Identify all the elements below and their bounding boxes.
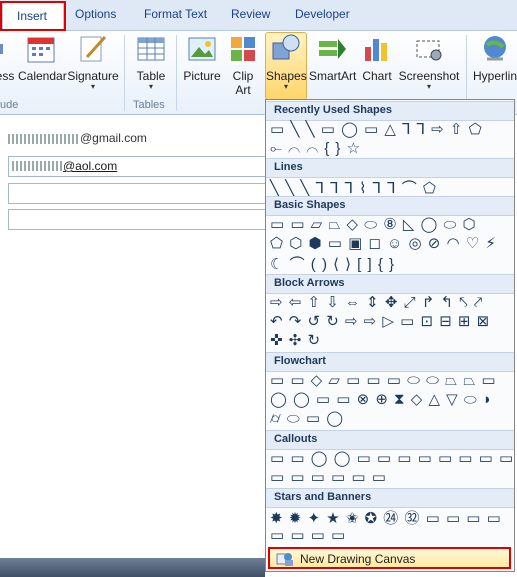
shape-row[interactable]: ☾ ⌒ ( ) ⟨ ⟩ [ ] { } [270, 253, 395, 273]
calendar-label: Calendar [18, 69, 67, 83]
calendar-icon [27, 37, 55, 63]
tab-format-text[interactable]: Format Text [144, 7, 207, 21]
tab-review[interactable]: Review [231, 7, 270, 21]
ess-label: ess [0, 69, 15, 83]
ribbon-tab-bar: Insert Options Format Text Review Develo… [0, 0, 517, 31]
hyperlink-button[interactable]: Hyperlin [470, 33, 517, 83]
signature-button[interactable]: Signature ▾ [67, 33, 119, 91]
smartart-label: SmartArt [309, 69, 357, 83]
chart-button[interactable]: Chart [359, 33, 395, 83]
picture-icon [188, 37, 216, 61]
screenshot-icon [416, 40, 442, 61]
section-label: Flowchart [274, 355, 326, 367]
ribbon-separator [176, 35, 177, 111]
section-label: Stars and Banners [274, 491, 372, 503]
chart-label: Chart [362, 69, 392, 83]
section-recently-used-shapes: Recently Used Shapes [266, 101, 514, 121]
art-label: Art [235, 83, 251, 97]
redacted-email-prefix [12, 161, 62, 171]
table-button[interactable]: Table ▾ [131, 33, 171, 91]
subject-field[interactable] [8, 209, 272, 230]
shapes-label: Shapes [266, 69, 307, 83]
shape-row[interactable]: ◯ ◯ ▭ ▭ ⊗ ⊕ ⧗ ◇ △ ▽ ⬭ ◗ [270, 390, 493, 408]
shape-row[interactable]: ▭ ▭ ◯ ◯ ▭ ▭ ▭ ▭ ▭ ▭ ▭ ▭ [270, 449, 514, 467]
cc-field[interactable] [8, 183, 272, 204]
table-label: Table [136, 69, 166, 83]
tab-options[interactable]: Options [75, 7, 116, 21]
smartart-button[interactable]: SmartArt [309, 33, 357, 83]
new-drawing-canvas-menu-item[interactable]: New Drawing Canvas [268, 547, 511, 569]
shape-row[interactable]: ▭ ▭ ◇ ▱ ▭ ▭ ▭ ⬭ ⬭ ⏢ ⏢ ▭ [270, 371, 497, 389]
shapes-dropdown-icon: ▾ [283, 82, 288, 91]
section-block-arrows: Block Arrows [266, 274, 514, 294]
section-callouts: Callouts [266, 430, 514, 450]
section-label: Recently Used Shapes [274, 104, 392, 116]
from-email: @gmail.com [80, 131, 147, 145]
to-field[interactable]: @aol.com [8, 156, 272, 177]
shape-row[interactable]: ⇨ ⇦ ⇧ ⇩ ⇔ ⇕ ✥ ⤢ ↱ ↰ ⤣ ⤤ [270, 293, 483, 311]
screenshot-dropdown-icon: ▾ [426, 82, 431, 91]
section-label: Callouts [274, 433, 318, 445]
shapes-icon [272, 34, 300, 60]
hyperlink-label: Hyperlin [472, 69, 517, 83]
clip-art-icon [231, 37, 255, 61]
clip-label: Clip [232, 69, 254, 83]
table-dropdown-icon: ▾ [148, 82, 153, 91]
section-label: Lines [274, 161, 303, 173]
section-label: Block Arrows [274, 277, 345, 289]
new-drawing-canvas-label: New Drawing Canvas [300, 552, 416, 566]
attach-item-button[interactable]: ess [0, 33, 16, 83]
section-flowchart: Flowchart [266, 352, 514, 372]
section-basic-shapes: Basic Shapes [266, 196, 514, 216]
chart-icon [365, 39, 387, 61]
shapes-button[interactable]: Shapes ▾ [265, 32, 307, 100]
shape-row[interactable]: ▭ ▭ ▱ ⏢ ◇ ⬭ ⑧ ◺ ◯ ⬭ ⬡ [270, 215, 477, 233]
table-icon [137, 37, 165, 61]
shape-row[interactable]: ╲ ╲ ╲ ⅂ ⅂ ⅂ ⌇ ⅂ ⅂ ⌒ ⬠ [270, 177, 437, 197]
shape-row[interactable]: ✜ ✣ ↻ [270, 331, 321, 349]
signature-dropdown-icon: ▾ [90, 82, 95, 91]
group-include-label: ude [0, 99, 19, 111]
from-row: @gmail.com [8, 131, 258, 147]
drawing-canvas-icon [276, 553, 293, 566]
shape-row[interactable]: ⬠ ⬡ ⬢ ▭ ▣ ◻ ☺ ◎ ⊘ ◠ ♡ ⚡ [270, 234, 497, 252]
shape-row[interactable]: ▭ ▭ ▭ ▭ [270, 526, 346, 544]
signature-label: Signature [67, 69, 119, 83]
smartart-icon [319, 39, 346, 59]
section-stars-and-banners: Stars and Banners [266, 488, 514, 508]
picture-button[interactable]: Picture [182, 33, 222, 83]
tab-developer[interactable]: Developer [295, 7, 350, 21]
calendar-button[interactable]: Calendar [18, 33, 67, 83]
signature-icon [80, 35, 107, 62]
screenshot-label: Screenshot [398, 69, 460, 83]
shape-row[interactable]: ▭ ▭ ▭ ▭ ▭ ▭ [270, 468, 387, 486]
hyperlink-icon [484, 36, 506, 61]
section-lines: Lines [266, 158, 514, 178]
picture-label: Picture [183, 69, 221, 83]
shape-row[interactable]: ⟜ ⌒ ⌒ { } ☆ [270, 139, 361, 157]
shape-row[interactable]: ↶ ↷ ↺ ↻ ⇨ ⇨ ▷ ▭ ⊡ ⊟ ⊞ ⊠ [270, 312, 490, 330]
shape-row[interactable]: ⌭ ⬭ ▭ ◯ [270, 409, 344, 427]
taskbar-strip [0, 558, 265, 577]
attach-icon [0, 44, 3, 54]
screenshot-button[interactable]: Screenshot ▾ [398, 33, 460, 91]
redacted-email-prefix [8, 133, 80, 144]
shapes-dropdown-menu: Recently Used Shapes ▭ ╲ ╲ ▭ ◯ ▭ △ ⅂ ⅂ ⇨… [265, 99, 515, 572]
to-email: @aol.com [63, 159, 118, 173]
shape-row[interactable]: ✸ ✹ ✦ ★ ✬ ✪ ㉔ ㉜ ▭ ▭ ▭ ▭ [270, 507, 502, 527]
clip-art-button[interactable]: Clip Art [226, 33, 260, 97]
group-tables-label: Tables [133, 99, 165, 111]
ribbon-separator [124, 35, 125, 111]
message-header-form: @gmail.com @aol.com [0, 115, 272, 235]
shape-row[interactable]: ▭ ╲ ╲ ▭ ◯ ▭ △ ⅂ ⅂ ⇨ ⇧ ⬠ [270, 120, 483, 138]
section-label: Basic Shapes [274, 199, 346, 211]
insert-highlight-box [0, 1, 66, 31]
